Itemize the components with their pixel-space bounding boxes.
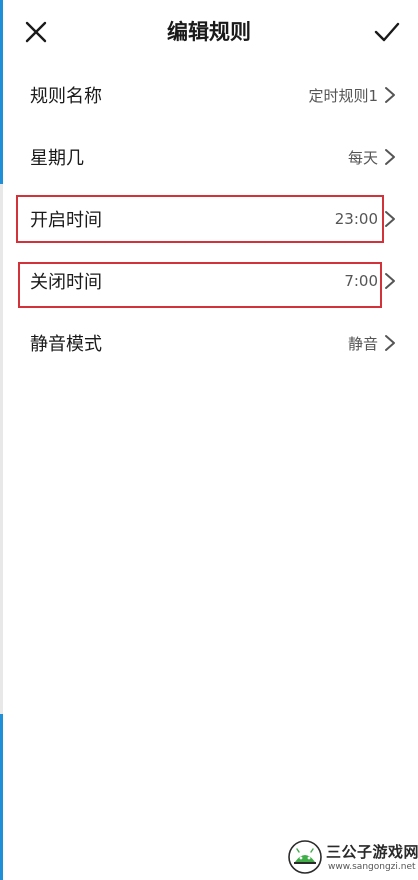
row-rule-name[interactable]: 规则名称 定时规则1 bbox=[0, 64, 418, 126]
close-icon bbox=[25, 21, 47, 43]
header: 编辑规则 bbox=[0, 0, 418, 64]
watermark-url: www.sangongzi.net bbox=[328, 862, 416, 872]
chevron-right-icon bbox=[385, 335, 395, 351]
confirm-button[interactable] bbox=[368, 14, 406, 50]
chevron-right-icon bbox=[385, 149, 395, 165]
settings-list: 规则名称 定时规则1 星期几 每天 开启时间 23:00 关闭时间 7:00 静… bbox=[0, 64, 418, 374]
site-watermark: 三公子游戏网 www.sangongzi.net bbox=[286, 838, 418, 876]
row-label: 静音模式 bbox=[30, 334, 102, 355]
chevron-right-icon bbox=[385, 211, 395, 227]
watermark-name: 三公子游戏网 bbox=[326, 843, 418, 861]
row-label: 规则名称 bbox=[30, 86, 102, 107]
check-icon bbox=[374, 22, 400, 42]
edit-rule-screen: 编辑规则 规则名称 定时规则1 星期几 每天 开启时间 23:00 关闭时间 7… bbox=[0, 0, 418, 880]
row-label: 开启时间 bbox=[30, 210, 102, 231]
row-value: 静音 bbox=[347, 334, 378, 353]
row-end-time[interactable]: 关闭时间 7:00 bbox=[0, 250, 418, 312]
chevron-right-icon bbox=[385, 87, 395, 103]
close-button[interactable] bbox=[18, 14, 54, 50]
row-label: 关闭时间 bbox=[30, 272, 102, 293]
row-weekday[interactable]: 星期几 每天 bbox=[0, 126, 418, 188]
row-value: 定时规则1 bbox=[308, 86, 378, 105]
row-mute-mode[interactable]: 静音模式 静音 bbox=[0, 312, 418, 374]
row-value: 7:00 bbox=[344, 272, 378, 290]
row-start-time[interactable]: 开启时间 23:00 bbox=[0, 188, 418, 250]
row-value: 23:00 bbox=[334, 210, 378, 228]
android-logo-icon bbox=[288, 840, 322, 874]
row-label: 星期几 bbox=[30, 148, 84, 169]
chevron-right-icon bbox=[385, 273, 395, 289]
page-title: 编辑规则 bbox=[167, 20, 251, 44]
row-value: 每天 bbox=[347, 148, 378, 167]
